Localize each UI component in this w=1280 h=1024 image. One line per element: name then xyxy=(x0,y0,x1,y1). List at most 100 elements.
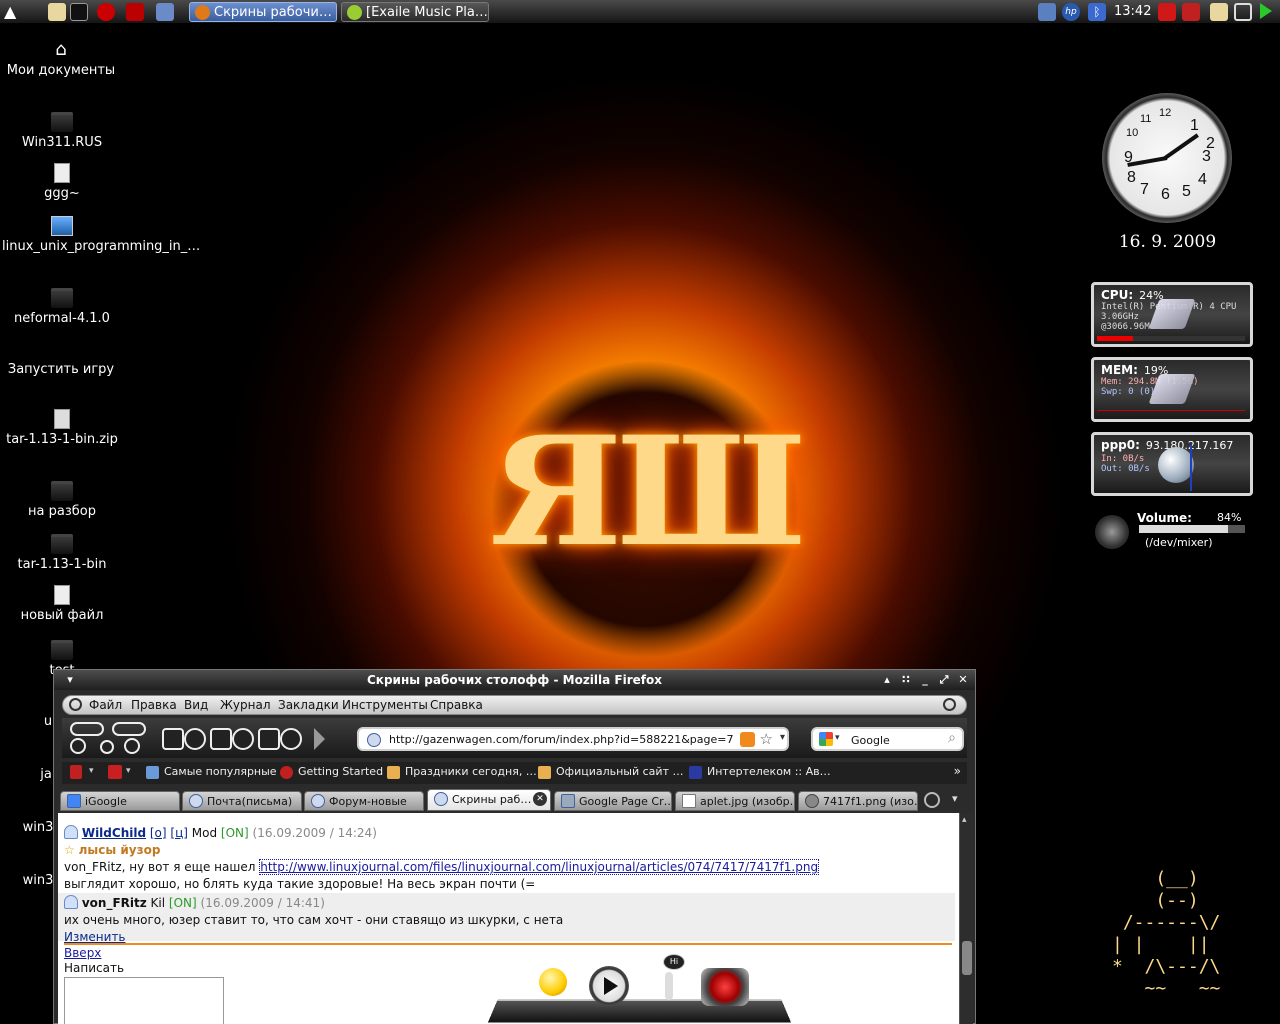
puzzle-tray-icon[interactable] xyxy=(1038,3,1056,21)
menu-tools[interactable]: Инструменты xyxy=(342,698,428,712)
go-arrow-icon[interactable] xyxy=(314,728,325,750)
desktop-icon-my-documents[interactable]: ⌂ Мои документы xyxy=(1,40,121,79)
scroll-up-arrow-icon[interactable]: ▴ xyxy=(962,815,967,825)
addon-icon[interactable] xyxy=(70,765,82,779)
back-button[interactable] xyxy=(70,722,104,736)
user-link-o[interactable]: [о] xyxy=(150,826,167,840)
scrollbar-thumb[interactable] xyxy=(962,941,972,975)
maximize-icon[interactable]: ⤢ xyxy=(936,672,952,688)
tab-close-icon[interactable]: ✕ xyxy=(533,792,547,806)
flash-icon[interactable] xyxy=(108,765,122,779)
menubar-end-icon[interactable] xyxy=(943,698,956,711)
volume-desklet[interactable]: Volume: 84% (/dev/mixer) xyxy=(1095,511,1255,551)
arch-menu-icon[interactable]: ▲ xyxy=(4,3,36,21)
folder-tray-icon[interactable] xyxy=(1210,3,1228,21)
menu-history[interactable]: Журнал xyxy=(220,698,271,712)
bookmark-manager-icon[interactable] xyxy=(258,728,280,750)
addon-dropdown-icon[interactable]: ▾ xyxy=(89,766,94,776)
forward-history-icon[interactable] xyxy=(124,738,140,754)
reply-textarea[interactable] xyxy=(64,977,224,1024)
tab-google-page-creator[interactable]: Google Page Cr… xyxy=(554,791,672,811)
back-history-icon[interactable] xyxy=(70,738,86,754)
tab-igoogle[interactable]: iGoogle xyxy=(60,791,180,811)
flash-dropdown-icon[interactable]: ▾ xyxy=(126,766,131,776)
rss-icon[interactable] xyxy=(740,732,755,747)
network-tray-icon[interactable] xyxy=(1158,3,1176,21)
dropdown-icon[interactable] xyxy=(100,740,114,754)
window-sticky-icon[interactable]: ∷ xyxy=(898,672,914,688)
forward-button[interactable] xyxy=(112,722,146,736)
reload-icon[interactable] xyxy=(162,728,184,750)
post-link[interactable]: http://www.linuxjournal.com/files/linuxj… xyxy=(259,859,820,875)
vertical-scrollbar[interactable]: ▴ xyxy=(959,813,973,1024)
minimize-icon[interactable]: _ xyxy=(917,672,933,688)
tab-7417f1-png[interactable]: 7417f1.png (изо… xyxy=(798,791,918,811)
play-tray-icon[interactable] xyxy=(1260,3,1272,19)
menu-edit[interactable]: Правка xyxy=(131,698,177,712)
scroll-up-link[interactable]: Вверх xyxy=(64,946,101,960)
close-icon[interactable]: ✕ xyxy=(955,672,971,688)
refresh-icon[interactable] xyxy=(232,728,254,750)
window-tray-icon[interactable] xyxy=(1234,3,1252,21)
desktop-icon-linux-unix[interactable]: linux_unix_programming_in_… xyxy=(2,216,200,255)
bookmark-intertelecom[interactable]: Интертелеком :: Ав… xyxy=(689,765,831,779)
messenger-dock-icon[interactable]: Hi xyxy=(645,954,693,1006)
bluetooth-tray-icon[interactable]: ᛒ xyxy=(1088,3,1106,21)
user-link-c[interactable]: [ц] xyxy=(170,826,188,840)
stop-icon[interactable] xyxy=(210,728,232,750)
desktop-icon-tar-bin[interactable]: tar-1.13-1-bin xyxy=(2,534,122,573)
taskbar-item-firefox[interactable]: Скрины рабочи… xyxy=(189,2,337,22)
firefox-menu-icon[interactable] xyxy=(69,698,82,711)
hp-tray-icon[interactable]: hp xyxy=(1062,3,1080,21)
volume-bar[interactable] xyxy=(1139,525,1245,533)
menu-bookmarks[interactable]: Закладки xyxy=(278,698,339,712)
tab-screenshots[interactable]: Скрины раб… ✕ xyxy=(427,789,551,811)
menu-view[interactable]: Вид xyxy=(184,698,208,712)
engine-dropdown-icon[interactable]: ▾ xyxy=(835,733,840,743)
bookmark-holidays[interactable]: Праздники сегодня, … xyxy=(387,765,537,779)
desktop-icon-win311[interactable]: Win311.RUS xyxy=(2,112,122,151)
show-desktop-icon[interactable] xyxy=(156,3,174,21)
bookmark-most-visited[interactable]: Самые популярные xyxy=(146,765,277,779)
window-menu-icon[interactable]: ▾ xyxy=(62,672,78,688)
window-titlebar[interactable]: ▾ Скрины рабочих столофф - Mozilla Firef… xyxy=(54,670,975,690)
desktop-icon-tar-zip[interactable]: tar-1.13-1-bin.zip xyxy=(2,409,122,448)
taskbar-item-exaile[interactable]: [Exaile Music Pla… xyxy=(341,2,489,22)
edit-link[interactable]: Изменить xyxy=(64,930,126,944)
home-button-icon[interactable] xyxy=(184,728,206,750)
desktop-icon-ggg[interactable]: ggg~ xyxy=(2,163,122,202)
site-identity-icon[interactable] xyxy=(367,733,381,747)
search-icon[interactable]: ⌕ xyxy=(948,730,956,746)
post-author-link[interactable]: von_FRitz xyxy=(82,896,147,910)
bookmark-official-site[interactable]: Официальный сайт … xyxy=(538,765,683,779)
logout-tray-icon[interactable] xyxy=(1182,3,1200,21)
tab-aplet-jpg[interactable]: aplet.jpg (изобр… xyxy=(675,791,795,811)
bookmark-getting-started[interactable]: Getting Started xyxy=(280,765,383,779)
search-bar[interactable]: ▾ Google ⌕ xyxy=(811,727,964,751)
player-dock-icon[interactable] xyxy=(587,962,635,1006)
bookmarks-overflow-icon[interactable]: » xyxy=(954,764,961,778)
tab-mail[interactable]: Почта(письма) xyxy=(182,791,302,811)
url-dropdown-icon[interactable]: ▾ xyxy=(780,732,785,743)
app-launcher-2-icon[interactable] xyxy=(126,3,144,21)
google-engine-icon[interactable] xyxy=(819,732,833,746)
panel-clock[interactable]: 13:42 xyxy=(1114,4,1151,19)
url-bar[interactable]: http://gazenwagen.com/forum/index.php?id… xyxy=(357,727,789,751)
menu-file[interactable]: Файл xyxy=(89,698,122,712)
post-author-link[interactable]: WildChild xyxy=(82,826,146,840)
star-bookmark-icon[interactable]: ☆ xyxy=(760,730,773,748)
app-dock-icon[interactable] xyxy=(697,962,749,1006)
desktop-icon-na-razbor[interactable]: на разбор xyxy=(2,481,122,520)
menu-help[interactable]: Справка xyxy=(430,698,483,712)
desktop-icon-new-file[interactable]: новый файл xyxy=(2,585,122,624)
tab-forum-new[interactable]: Форум-новые xyxy=(304,791,424,811)
lightbulb-dock-icon[interactable] xyxy=(529,962,577,1006)
history-icon[interactable] xyxy=(280,728,302,750)
window-shade-icon[interactable]: ▴ xyxy=(879,672,895,688)
desktop-icon-neformal[interactable]: neformal-4.1.0 xyxy=(2,288,122,327)
tab-list-icon[interactable]: ▾ xyxy=(952,792,958,805)
desktop-icon-run-game[interactable]: Запустить игру xyxy=(1,361,121,378)
app-launcher-icon[interactable] xyxy=(97,3,115,21)
new-tab-icon[interactable] xyxy=(924,792,940,808)
files-launcher-icon[interactable] xyxy=(48,3,66,21)
